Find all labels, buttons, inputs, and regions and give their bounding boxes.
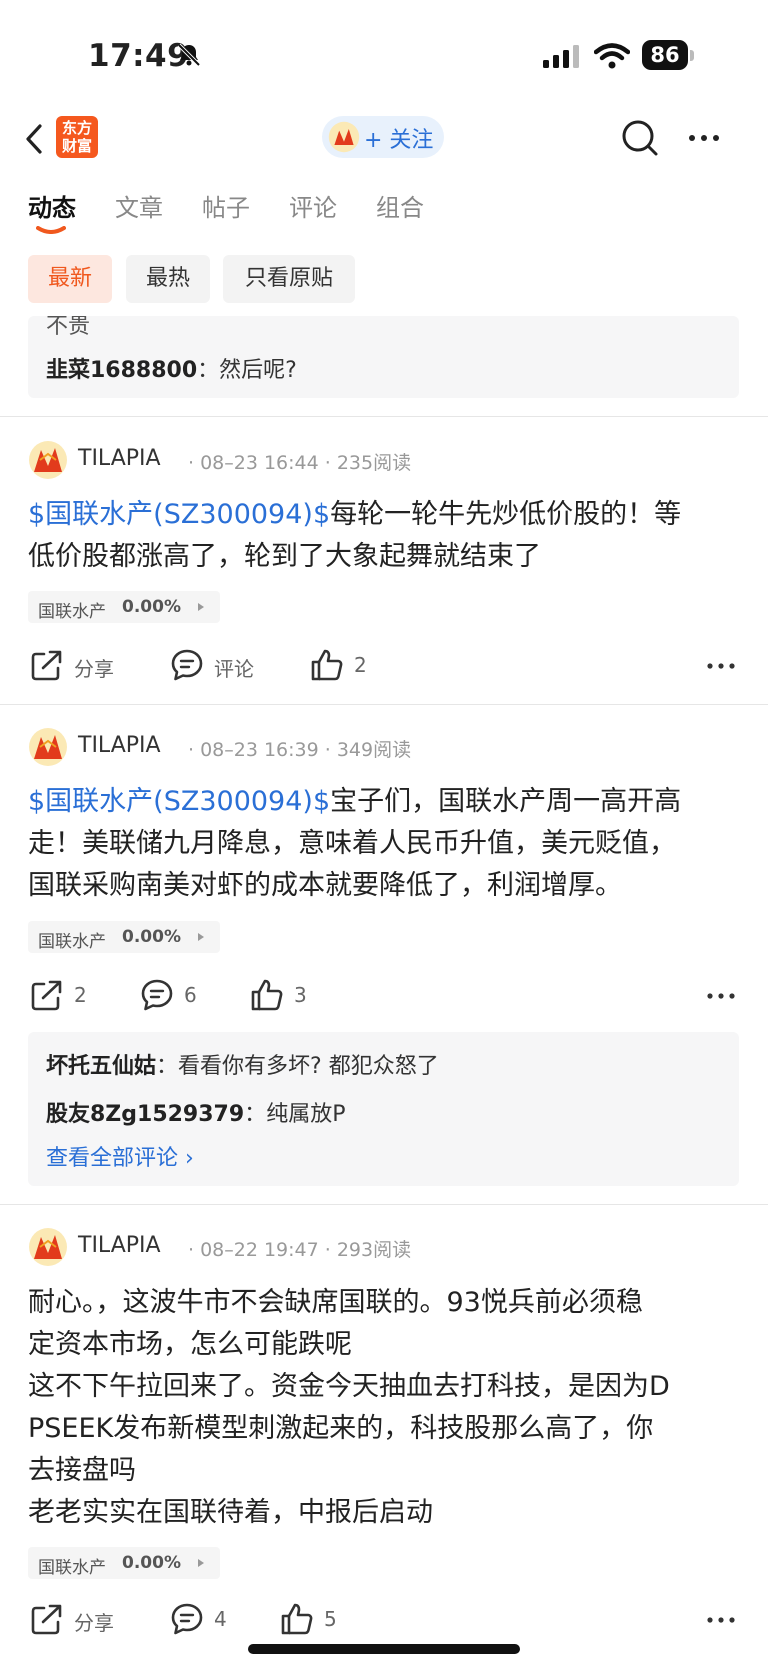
comment-text: 然后呢? — [219, 358, 297, 383]
comment-button[interactable]: 6 — [140, 974, 210, 1018]
cellular-signal-icon — [543, 45, 579, 68]
tab-posts[interactable]: 帖子 — [202, 188, 250, 223]
battery-level: 86 — [642, 40, 688, 70]
stock-mention-link[interactable]: $国联水产(SZ300094)$ — [28, 786, 330, 817]
post-header: TILAPIA · 08–23 16:39 · 349阅读 — [28, 727, 748, 771]
stock-name: 国联水产 — [38, 1558, 106, 1578]
wifi-icon — [594, 43, 630, 69]
more-options-icon[interactable] — [706, 974, 736, 1018]
avatar — [328, 121, 360, 153]
follow-label: + 关注 — [364, 128, 434, 153]
post-content[interactable]: 耐心。，这波牛市不会缺席国联的。93悦兵前必须稳 定资本市场，怎么可能跌呢 这不… — [28, 1282, 743, 1534]
comment-item[interactable]: 股友8Zg1529379：纯属放P — [46, 1096, 345, 1128]
divider — [0, 704, 768, 705]
battery-icon: 86 — [642, 40, 696, 72]
share-icon — [31, 1604, 62, 1635]
tab-articles[interactable]: 文章 — [115, 188, 163, 223]
stock-tag[interactable]: 国联水产 0.00% — [28, 1547, 220, 1579]
comment-preview-box: 不贵 韭菜1688800：然后呢? — [28, 316, 739, 398]
thumbs-up-icon — [281, 1603, 313, 1635]
comment-icon — [141, 979, 173, 1011]
share-button[interactable]: 2 — [30, 974, 100, 1018]
tab-comments[interactable]: 评论 — [289, 188, 337, 223]
post-header: TILAPIA · 08–23 16:44 · 235阅读 — [28, 440, 748, 484]
comment-preview-box: 坏托五仙姑：看看你有多坏? 都犯众怒了 股友8Zg1529379：纯属放P 查看… — [28, 1032, 739, 1186]
thumbs-up-icon — [251, 979, 283, 1011]
comment-icon — [171, 1603, 203, 1635]
comment-text-partial: 不贵 — [46, 316, 91, 339]
divider — [0, 416, 768, 417]
tab-portfolio[interactable]: 组合 — [376, 188, 424, 223]
avatar[interactable] — [28, 727, 68, 767]
tab-dynamic[interactable]: 动态 — [28, 188, 76, 223]
post-header: TILAPIA · 08–22 19:47 · 293阅读 — [28, 1227, 748, 1271]
like-button[interactable]: 2 — [310, 644, 390, 688]
profile-tabs: 动态 文章 帖子 评论 组合 — [0, 182, 768, 234]
filter-hot[interactable]: 最热 — [126, 255, 210, 303]
comment-user: 坏托五仙姑 — [46, 1054, 157, 1079]
comment-button[interactable]: 4 — [170, 1598, 240, 1642]
comment-item[interactable]: 韭菜1688800：然后呢? — [46, 352, 297, 384]
divider — [0, 1204, 768, 1205]
avatar[interactable] — [28, 1227, 68, 1267]
post-meta: · 08–23 16:39 · 349阅读 — [188, 739, 412, 761]
author-name[interactable]: TILAPIA — [78, 1233, 161, 1258]
more-options-icon[interactable] — [684, 118, 724, 158]
more-options-icon[interactable] — [706, 644, 736, 688]
avatar[interactable] — [28, 440, 68, 480]
stock-name: 国联水产 — [38, 602, 106, 622]
stock-change: 0.00% — [122, 927, 181, 947]
author-name[interactable]: TILAPIA — [78, 733, 161, 758]
more-options-icon[interactable] — [706, 1598, 736, 1642]
comment-text: 纯属放P — [266, 1102, 346, 1127]
filter-latest[interactable]: 最新 — [28, 255, 112, 303]
post-content[interactable]: $国联水产(SZ300094)$每轮一轮牛先炒低价股的！等 低价股都涨高了，轮到… — [28, 494, 743, 578]
comment-user: 股友8Zg1529379 — [46, 1102, 245, 1127]
author-name[interactable]: TILAPIA — [78, 446, 161, 471]
post-meta: · 08–23 16:44 · 235阅读 — [188, 452, 412, 474]
post-actions: 分享 4 5 — [0, 1598, 768, 1642]
like-button[interactable]: 3 — [250, 974, 320, 1018]
post-actions: 分享 评论 2 — [0, 644, 768, 688]
comment-item[interactable]: 坏托五仙姑：看看你有多坏? 都犯众怒了 — [46, 1048, 439, 1080]
share-button[interactable]: 分享 — [30, 644, 130, 688]
share-button[interactable]: 分享 — [30, 1598, 130, 1642]
search-icon[interactable] — [620, 118, 660, 158]
filter-original-only[interactable]: 只看原贴 — [223, 255, 355, 303]
chevron-right-icon — [198, 933, 204, 941]
home-indicator[interactable] — [248, 1644, 520, 1654]
bell-muted-icon — [177, 43, 201, 67]
stock-tag[interactable]: 国联水产 0.00% — [28, 921, 220, 953]
comment-user: 韭菜1688800 — [46, 358, 198, 383]
active-tab-indicator — [36, 226, 66, 234]
post-content[interactable]: $国联水产(SZ300094)$宝子们，国联水产周一高开高 走！美联储九月降息，… — [28, 781, 743, 907]
chevron-right-icon — [198, 1559, 204, 1567]
nav-bar: 东方 财富 + 关注 — [0, 110, 768, 170]
like-button[interactable]: 5 — [280, 1598, 350, 1642]
view-all-comments-link[interactable]: 查看全部评论 › — [46, 1140, 194, 1172]
back-arrow-icon[interactable] — [22, 122, 46, 156]
comment-button[interactable]: 评论 — [170, 644, 270, 688]
share-icon — [31, 980, 62, 1011]
post-meta: · 08–22 19:47 · 293阅读 — [188, 1239, 412, 1261]
status-time: 17:49 — [88, 38, 190, 74]
status-bar: 17:49 86 — [0, 0, 768, 110]
thumbs-up-icon — [311, 649, 343, 681]
follow-button[interactable]: + 关注 — [322, 116, 444, 158]
stock-tag[interactable]: 国联水产 0.00% — [28, 591, 220, 623]
filter-bar: 最新 最热 只看原贴 — [0, 255, 768, 303]
share-icon — [31, 650, 62, 681]
stock-change: 0.00% — [122, 1553, 181, 1573]
stock-change: 0.00% — [122, 597, 181, 617]
post-actions: 2 6 3 — [0, 974, 768, 1018]
comment-icon — [171, 649, 203, 681]
eastmoney-logo: 东方 财富 — [56, 116, 98, 158]
stock-mention-link[interactable]: $国联水产(SZ300094)$ — [28, 499, 330, 530]
chevron-right-icon — [198, 603, 204, 611]
comment-text: 看看你有多坏? 都犯众怒了 — [178, 1054, 439, 1079]
stock-name: 国联水产 — [38, 932, 106, 952]
